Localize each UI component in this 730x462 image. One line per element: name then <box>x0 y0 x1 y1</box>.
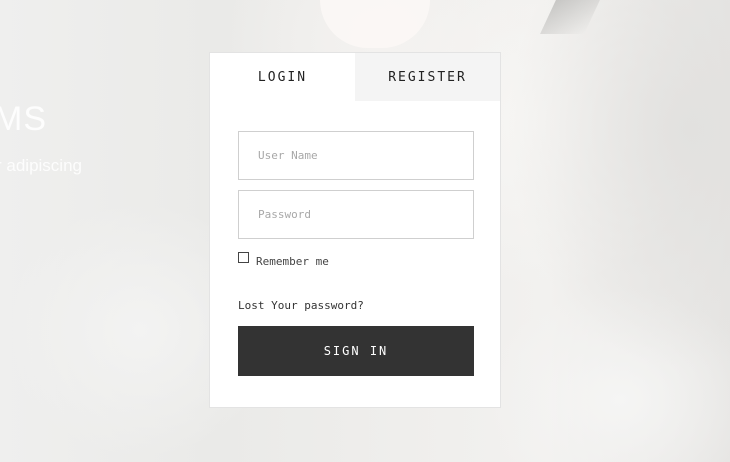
checkbox-unchecked-icon[interactable] <box>238 251 249 263</box>
auth-tabs: LOGIN REGISTER <box>210 53 500 101</box>
tab-register[interactable]: REGISTER <box>355 53 500 101</box>
sign-in-button[interactable]: SIGN IN <box>238 326 474 376</box>
username-input[interactable] <box>238 131 474 180</box>
tab-login[interactable]: LOGIN <box>210 53 355 101</box>
lost-password-link[interactable]: Lost Your password? <box>238 299 474 312</box>
password-input[interactable] <box>238 190 474 239</box>
remember-me-row: Remember me <box>238 251 474 269</box>
background-heading: MS <box>0 100 47 138</box>
background-subtext: r adipiscing <box>0 156 82 175</box>
login-form: Remember me Lost Your password? SIGN IN <box>238 131 474 376</box>
login-card: LOGIN REGISTER Remember me Lost Your pas… <box>209 52 501 408</box>
remember-me-label[interactable]: Remember me <box>256 255 329 268</box>
